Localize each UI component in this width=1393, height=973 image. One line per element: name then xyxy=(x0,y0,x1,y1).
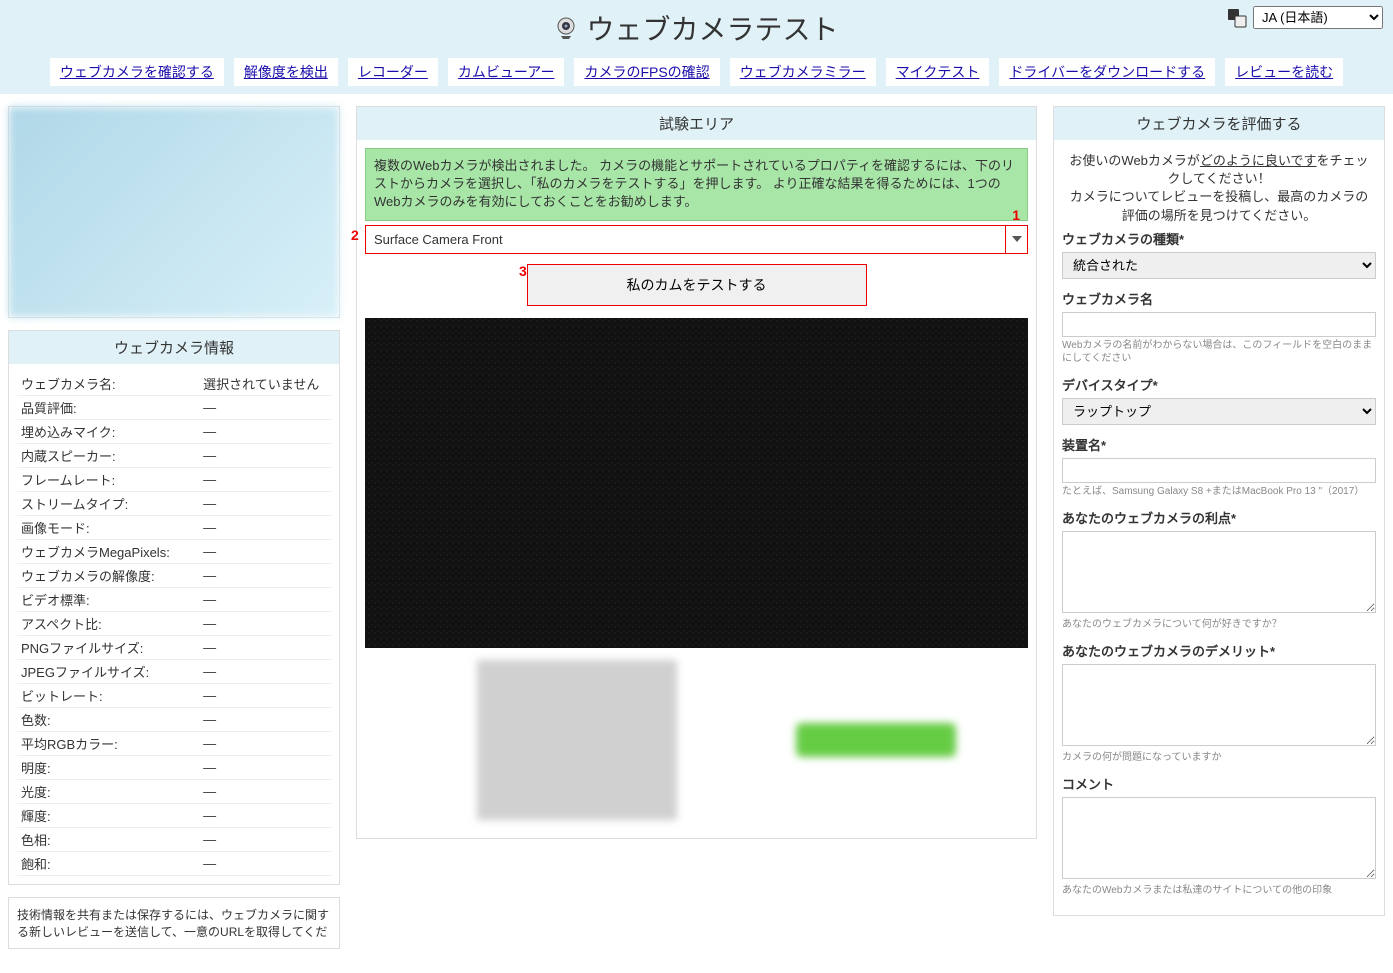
pros-label: あなたのウェブカメラの利点* xyxy=(1062,508,1376,527)
cons-textarea[interactable] xyxy=(1062,664,1376,746)
nav-mic-test[interactable]: マイクテスト xyxy=(886,58,990,86)
bottom-ad[interactable] xyxy=(365,660,1028,820)
nav-cam-viewer[interactable]: カムビューアー xyxy=(448,58,565,86)
cons-hint: カメラの何が問題になっていますか xyxy=(1062,751,1376,764)
ad-panel[interactable] xyxy=(8,106,340,318)
language-select[interactable]: JA (日本語) xyxy=(1253,6,1383,29)
table-row: 色数:— xyxy=(17,708,331,732)
rate-webcam-panel: ウェブカメラを評価する お使いのWebカメラがどのように良いですをチェックしてく… xyxy=(1053,106,1385,916)
pros-hint: あなたのウェブカメラについて何が好きですか？ xyxy=(1062,618,1376,631)
device-model-input[interactable] xyxy=(1062,458,1376,483)
translate-icon xyxy=(1227,8,1247,28)
nav-download-driver[interactable]: ドライバーをダウンロードする xyxy=(999,58,1215,86)
table-row: 平均RGBカラー:— xyxy=(17,732,331,756)
pros-textarea[interactable] xyxy=(1062,531,1376,613)
table-row: 飽和:— xyxy=(17,852,331,876)
camera-select[interactable]: Surface Camera Front xyxy=(366,226,1005,253)
table-row: 輝度:— xyxy=(17,804,331,828)
camera-select-row[interactable]: Surface Camera Front xyxy=(365,225,1028,254)
table-row: 埋め込みマイク:— xyxy=(17,420,331,444)
table-row: アスペクト比:— xyxy=(17,612,331,636)
webcam-name-input[interactable] xyxy=(1062,312,1376,337)
comment-textarea[interactable] xyxy=(1062,797,1376,879)
info-note-panel: 技術情報を共有または保存するには、ウェブカメラに関する新しいレビューを送信して、… xyxy=(8,897,340,949)
chevron-down-icon[interactable] xyxy=(1005,226,1027,253)
table-row: ウェブカメラの解像度:— xyxy=(17,564,331,588)
table-row: ストリームタイプ:— xyxy=(17,492,331,516)
webcam-name-hint: Webカメラの名前がわからない場合は、このフィールドを空白のままにしてください xyxy=(1062,339,1376,365)
webcam-type-select[interactable]: 統合された xyxy=(1062,252,1376,279)
step-number-2: 2 xyxy=(351,227,359,243)
webcam-name-label: ウェブカメラ名 xyxy=(1062,289,1376,308)
webcam-icon xyxy=(554,16,578,40)
table-row: ビデオ標準:— xyxy=(17,588,331,612)
rate-intro: お使いのWebカメラがどのように良いですをチェックしてください！ カメラについて… xyxy=(1062,148,1376,229)
nav-webcam-mirror[interactable]: ウェブカメラミラー xyxy=(730,58,876,86)
webcam-type-label: ウェブカメラの種類* xyxy=(1062,229,1376,248)
table-row: ウェブカメラ名:選択されていません xyxy=(17,372,331,396)
device-model-label: 装置名* xyxy=(1062,435,1376,454)
main-nav: ウェブカメラを確認する 解像度を検出 レコーダー カムビューアー カメラのFPS… xyxy=(0,58,1393,86)
language-selector[interactable]: JA (日本語) xyxy=(1227,6,1383,29)
rate-webcam-title: ウェブカメラを評価する xyxy=(1054,107,1384,140)
device-type-select[interactable]: ラップトップ xyxy=(1062,398,1376,425)
device-model-hint: たとえば、Samsung Galaxy S8 +またはMacBook Pro 1… xyxy=(1062,485,1376,498)
table-row: PNGファイルサイズ:— xyxy=(17,636,331,660)
page-title: ウェブカメラテスト xyxy=(586,8,838,48)
comment-hint: あなたのWebカメラまたは私達のサイトについての他の印象 xyxy=(1062,884,1376,897)
table-row: ビットレート:— xyxy=(17,684,331,708)
nav-recorder[interactable]: レコーダー xyxy=(348,58,438,86)
table-row: 色相:— xyxy=(17,828,331,852)
nav-fps-check[interactable]: カメラのFPSの確認 xyxy=(574,58,719,86)
multi-camera-notice: 複数のWebカメラが検出されました。 カメラの機能とサポートされているプロパティ… xyxy=(365,148,1028,221)
table-row: フレームレート:— xyxy=(17,468,331,492)
header: ウェブカメラテスト JA (日本語) ウェブカメラを確認する 解像度を検出 レコ… xyxy=(0,0,1393,94)
video-preview xyxy=(365,318,1028,648)
test-my-cam-button[interactable]: 私のカムをテストする xyxy=(527,264,867,306)
test-area-panel: 試験エリア 複数のWebカメラが検出されました。 カメラの機能とサポートされてい… xyxy=(356,106,1037,839)
step-number-1: 1 xyxy=(1012,207,1020,223)
webcam-info-table: ウェブカメラ名:選択されていません品質評価:—埋め込みマイク:—内蔵スピーカー:… xyxy=(17,372,331,876)
cons-label: あなたのウェブカメラのデメリット* xyxy=(1062,641,1376,660)
test-area-title: 試験エリア xyxy=(357,107,1036,140)
device-type-label: デバイスタイプ* xyxy=(1062,375,1376,394)
nav-check-webcam[interactable]: ウェブカメラを確認する xyxy=(50,58,224,86)
webcam-info-title: ウェブカメラ情報 xyxy=(9,331,339,364)
table-row: 品質評価:— xyxy=(17,396,331,420)
nav-detect-resolution[interactable]: 解像度を検出 xyxy=(234,58,338,86)
table-row: 明度:— xyxy=(17,756,331,780)
step-number-3: 3 xyxy=(519,263,527,279)
table-row: 画像モード:— xyxy=(17,516,331,540)
table-row: ウェブカメラMegaPixels:— xyxy=(17,540,331,564)
nav-read-reviews[interactable]: レビューを読む xyxy=(1225,58,1343,86)
ad-image xyxy=(9,107,339,317)
webcam-info-panel: ウェブカメラ情報 ウェブカメラ名:選択されていません品質評価:—埋め込みマイク:… xyxy=(8,330,340,885)
comment-label: コメント xyxy=(1062,774,1376,793)
table-row: JPEGファイルサイズ:— xyxy=(17,660,331,684)
info-note: 技術情報を共有または保存するには、ウェブカメラに関する新しいレビューを送信して、… xyxy=(9,898,339,948)
table-row: 内蔵スピーカー:— xyxy=(17,444,331,468)
